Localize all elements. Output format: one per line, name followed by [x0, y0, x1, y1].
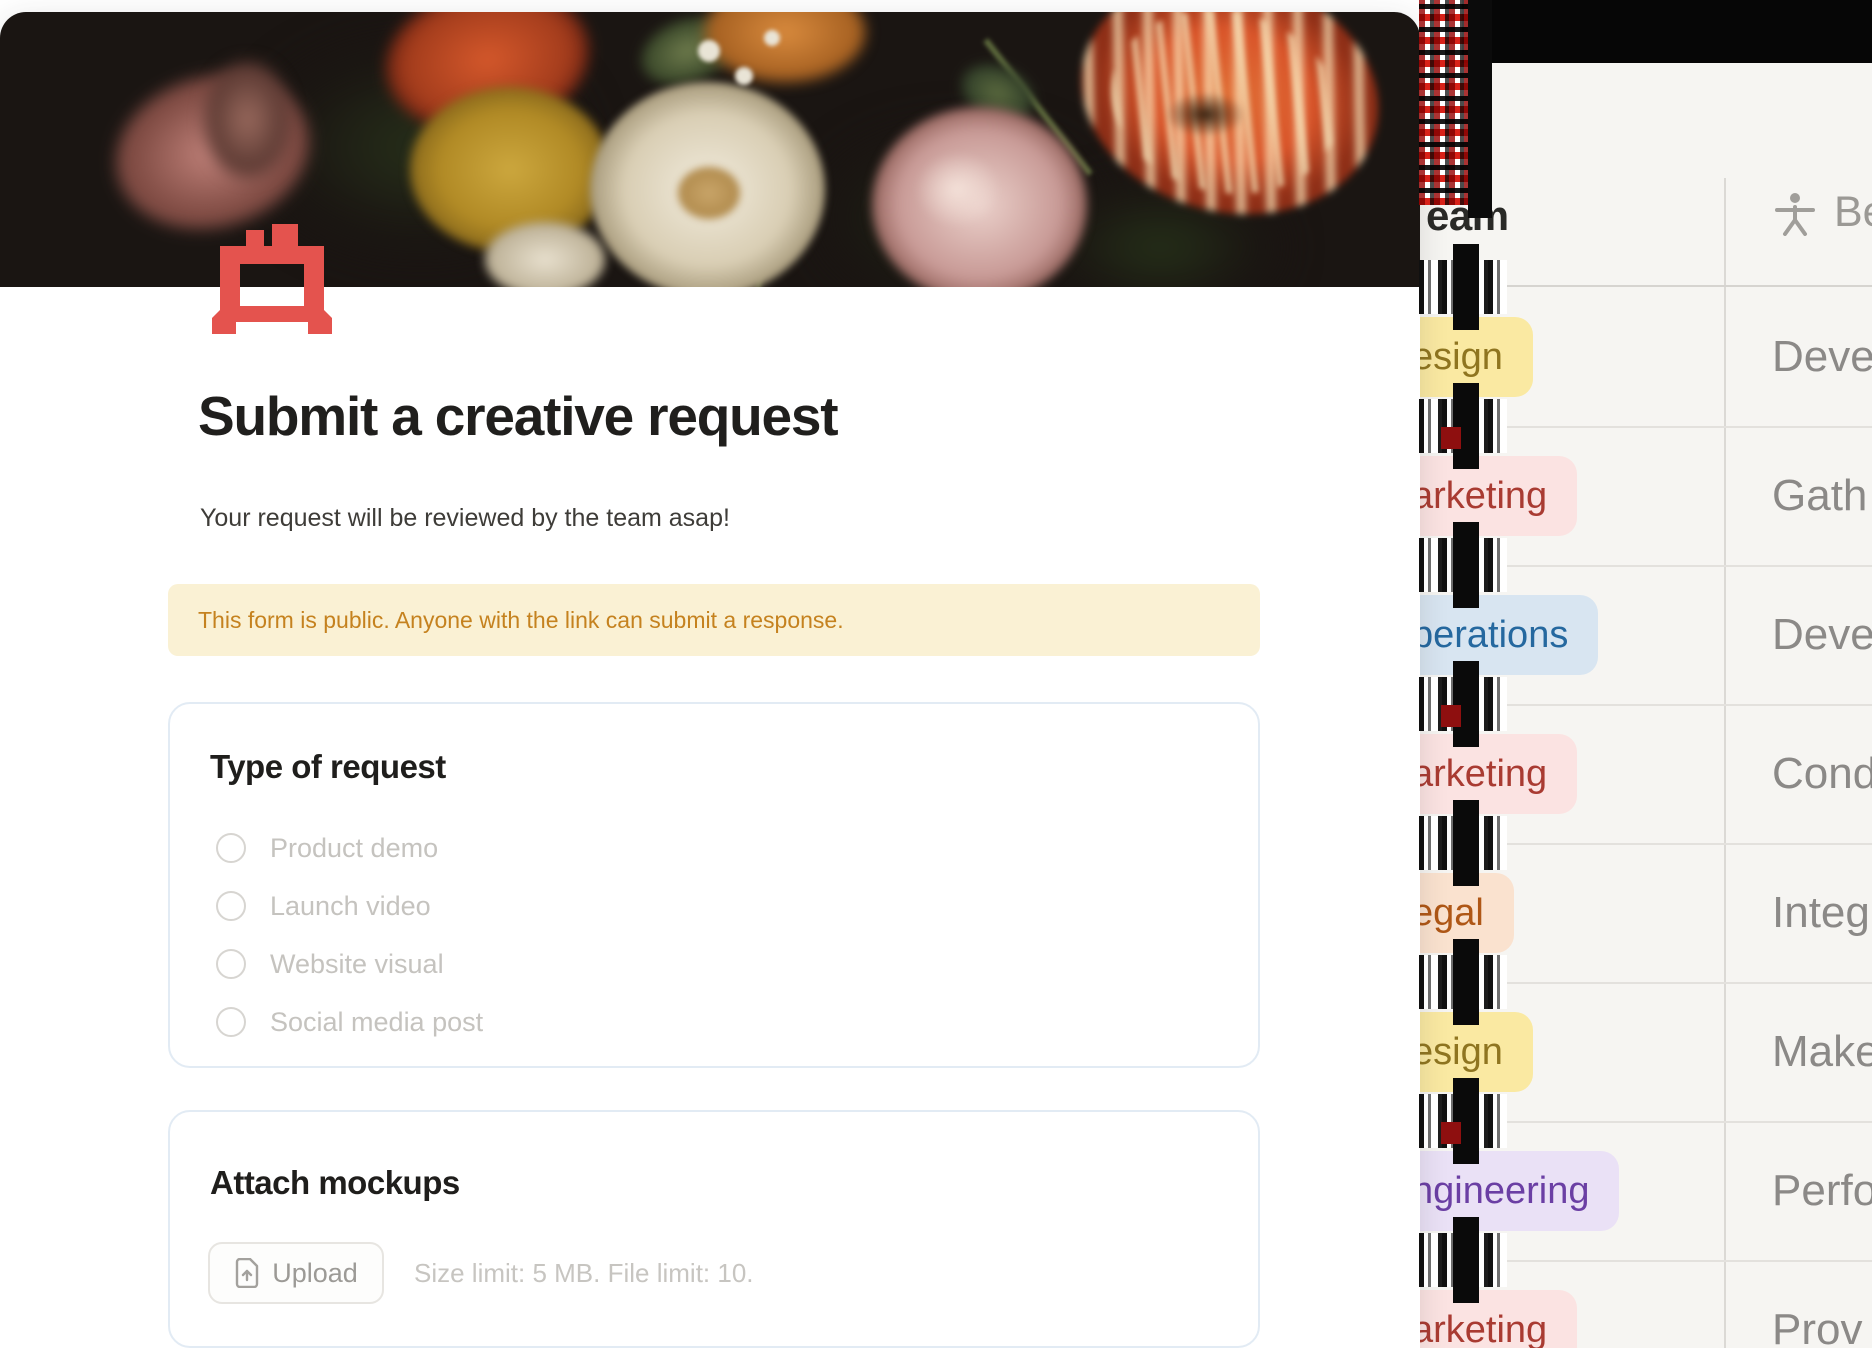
- compression-glitch-patch: [1419, 1233, 1507, 1287]
- question-heading: Type of request: [210, 748, 446, 786]
- radio-circle-icon[interactable]: [216, 949, 246, 979]
- radio-option-label: Website visual: [270, 949, 444, 980]
- page-subtitle: Your request will be reviewed by the tea…: [200, 504, 730, 533]
- person-icon: [1772, 190, 1818, 236]
- table-cell-text: Deve: [1772, 332, 1872, 382]
- compression-glitch-patch: [1419, 399, 1507, 453]
- radio-option[interactable]: Website visual: [216, 947, 444, 981]
- banner-babys-breath: [698, 40, 720, 62]
- banner-flower-white-rose-center: [678, 167, 740, 219]
- screenshot-root: { "form_page": { "logo_icon": "red-frame…: [0, 0, 1872, 1348]
- table-cell-text: Make: [1772, 1027, 1872, 1077]
- compression-glitch-patch: [1419, 955, 1507, 1009]
- side-table-top-black-bar: [1462, 0, 1872, 63]
- banner-flower-pink-rose-highlight: [915, 152, 1000, 227]
- banner-flower-white-bud: [485, 222, 605, 287]
- radio-circle-icon[interactable]: [216, 833, 246, 863]
- compression-glitch-patch: [1419, 816, 1507, 870]
- question-heading: Attach mockups: [210, 1164, 460, 1202]
- team-tag: arketing: [1420, 734, 1577, 814]
- team-tag: ngineering: [1420, 1151, 1619, 1231]
- radio-option-label: Launch video: [270, 891, 431, 922]
- compression-glitch-patch: [1419, 538, 1507, 592]
- banner-tulip-stamens: [1165, 92, 1245, 137]
- team-tag: arketing: [1420, 456, 1577, 536]
- table-cell-text: Prov: [1772, 1305, 1862, 1348]
- table-header-right: Be: [1772, 188, 1872, 237]
- radio-option[interactable]: Social media post: [216, 1005, 483, 1039]
- public-form-notice: This form is public. Anyone with the lin…: [168, 584, 1260, 656]
- page-title: Submit a creative request: [198, 384, 837, 448]
- question-card-type-of-request: Type of request Product demo Launch vide…: [168, 702, 1260, 1068]
- form-page: Submit a creative request Your request w…: [0, 12, 1420, 1348]
- red-frame-logo-icon: [212, 222, 332, 336]
- table-cell-text: Cond: [1772, 749, 1872, 799]
- table-cell-text: Gath: [1772, 471, 1867, 521]
- upload-hint: Size limit: 5 MB. File limit: 10.: [414, 1242, 754, 1304]
- radio-circle-icon[interactable]: [216, 891, 246, 921]
- file-upload-icon: [234, 1258, 260, 1288]
- radio-option-label: Product demo: [270, 833, 438, 864]
- banner-flower-mustard: [410, 87, 610, 252]
- table-cell-text: Perfo: [1772, 1166, 1872, 1216]
- compression-glitch-strip: [1419, 0, 1471, 205]
- compression-glitch-patch: [1419, 1094, 1507, 1148]
- table-cell-text: Integ: [1772, 888, 1870, 938]
- public-form-notice-text: This form is public. Anyone with the lin…: [198, 607, 844, 634]
- upload-button[interactable]: Upload: [208, 1242, 384, 1304]
- compression-glitch-patch: [1419, 677, 1507, 731]
- question-card-attach-mockups: Attach mockups Upload Size limit: 5 MB. …: [168, 1110, 1260, 1348]
- radio-option[interactable]: Product demo: [216, 831, 438, 865]
- upload-button-label: Upload: [272, 1258, 358, 1289]
- radio-circle-icon[interactable]: [216, 1007, 246, 1037]
- team-tag: arketing: [1420, 1290, 1577, 1348]
- radio-option[interactable]: Launch video: [216, 889, 431, 923]
- banner-babys-breath: [764, 30, 780, 46]
- banner-flower-orange-daisy: [705, 12, 865, 82]
- team-tag: perations: [1420, 595, 1598, 675]
- banner-babys-breath: [735, 67, 753, 85]
- compression-glitch-bar: [1468, 0, 1492, 218]
- table-header-right-label: Be: [1834, 188, 1872, 237]
- banner-flower-bud: [205, 62, 290, 177]
- compression-glitch-patch: [1419, 260, 1507, 314]
- radio-option-label: Social media post: [270, 1007, 483, 1038]
- table-cell-text: Deve: [1772, 610, 1872, 660]
